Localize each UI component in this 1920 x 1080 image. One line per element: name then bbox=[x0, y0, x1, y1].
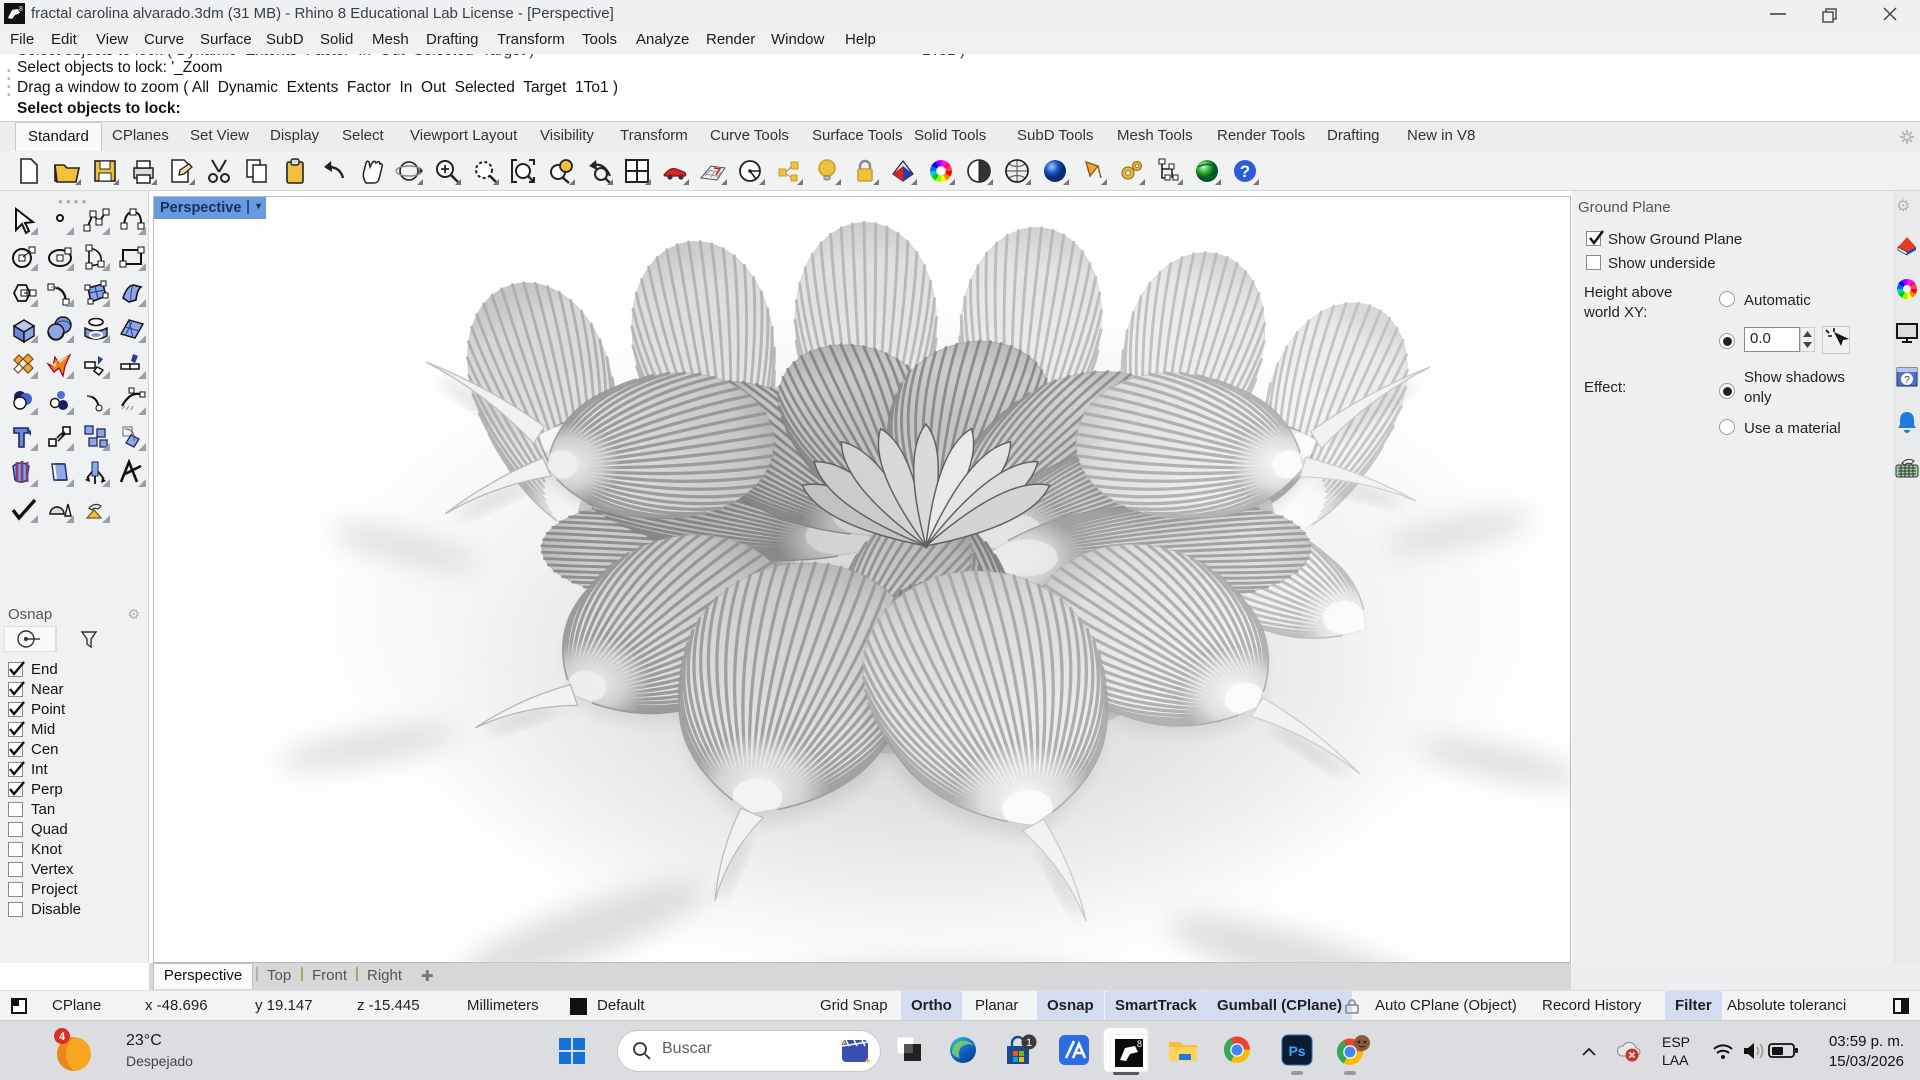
svg-text:✦: ✦ bbox=[864, 1056, 872, 1066]
svg-text:?: ? bbox=[1240, 162, 1250, 181]
svg-text:?: ? bbox=[1904, 375, 1910, 386]
svg-text:4: 4 bbox=[59, 1031, 66, 1043]
svg-text:1: 1 bbox=[1026, 1037, 1032, 1049]
svg-text:✦: ✦ bbox=[840, 1038, 848, 1048]
svg-text:8: 8 bbox=[19, 6, 23, 13]
svg-text:8: 8 bbox=[1137, 1039, 1142, 1049]
svg-text:Ps: Ps bbox=[1288, 1043, 1305, 1059]
